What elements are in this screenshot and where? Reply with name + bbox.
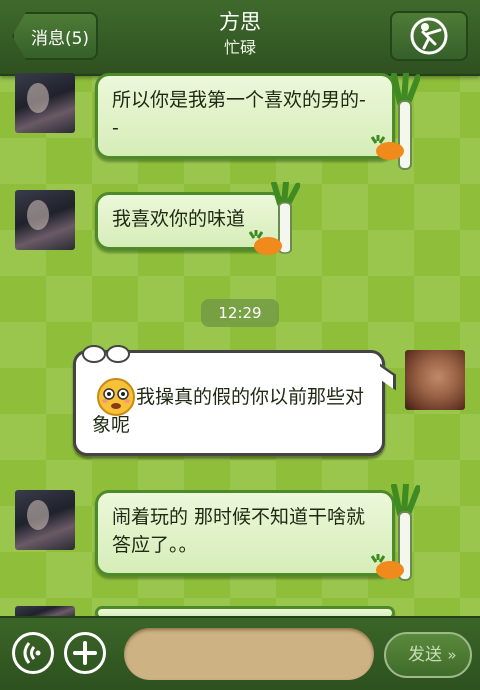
- send-button-label: 发送: [408, 645, 442, 665]
- carrot-decoration-icon: [370, 135, 404, 160]
- plus-icon: [73, 641, 97, 665]
- carrot-decoration-icon: [370, 554, 404, 579]
- chevron-right-icon: »: [447, 646, 457, 664]
- message-text: 闹着玩的 那时候不知道干啥就答应了。。: [112, 506, 366, 556]
- message-bubble-outgoing[interactable]: 我操真的假的你以前那些对象呢: [73, 350, 396, 456]
- cloud-decoration-icon: [82, 345, 130, 363]
- send-button[interactable]: 发送 »: [384, 632, 472, 678]
- back-button[interactable]: 消息(5): [12, 12, 98, 60]
- message-text: 我喜欢你的味道: [112, 208, 246, 230]
- golfer-icon: [410, 17, 448, 55]
- message-bubble-incoming[interactable]: 所以你是我第一个喜欢的男的- -: [95, 73, 395, 159]
- back-button-label: 消息(5): [30, 28, 90, 49]
- timestamp-pill: 12:29: [201, 299, 279, 327]
- chat-header: 消息(5) 方思 忙碌: [0, 0, 480, 76]
- input-toolbar: 发送 »: [0, 616, 480, 690]
- my-avatar[interactable]: [405, 350, 465, 410]
- contact-avatar[interactable]: [15, 490, 75, 550]
- message-text: 所以你是我第一个喜欢的男的- -: [112, 89, 366, 139]
- message-input[interactable]: [124, 628, 374, 680]
- voice-icon: [23, 642, 41, 664]
- profile-button[interactable]: [390, 11, 468, 61]
- shocked-face-icon: [97, 378, 135, 416]
- carrot-decoration-icon: [248, 230, 282, 255]
- message-bubble-incoming[interactable]: 闹着玩的 那时候不知道干啥就答应了。。: [95, 490, 395, 576]
- add-button[interactable]: [64, 632, 106, 674]
- contact-name: 方思: [219, 10, 261, 34]
- contact-status: 忙碌: [223, 38, 256, 57]
- contact-avatar[interactable]: [15, 190, 75, 250]
- contact-avatar[interactable]: [15, 73, 75, 133]
- chat-title-block: 方思 忙碌: [140, 8, 340, 60]
- voice-button[interactable]: [12, 632, 54, 674]
